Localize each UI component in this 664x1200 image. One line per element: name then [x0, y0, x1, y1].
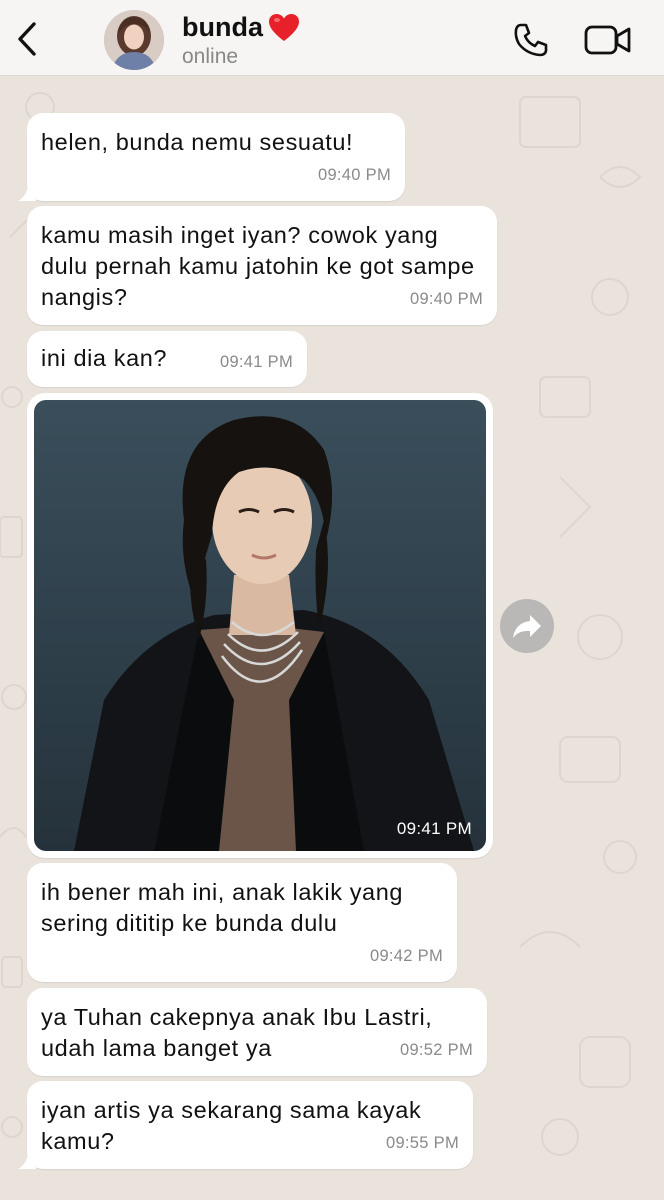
message-bubble[interactable]: helen, bunda nemu sesuatu! 09:40 PM — [18, 113, 405, 201]
message-text: ih bener mah ini, anak lakik yang sering… — [41, 879, 404, 936]
message-time: 09:42 PM — [369, 947, 443, 965]
message-bubble[interactable]: ini dia kan? 09:41 PM — [27, 331, 307, 387]
video-call-button[interactable] — [584, 24, 632, 56]
message-time: 09:52 PM — [399, 1041, 473, 1059]
message-time: 09:41 PM — [219, 353, 293, 371]
phone-icon — [514, 23, 548, 57]
message-time: 09:41 PM — [396, 819, 472, 838]
contact-name-text: bunda — [182, 12, 263, 42]
contact-status: online — [182, 45, 239, 68]
bubble-tail — [18, 1151, 36, 1169]
video-camera-icon — [584, 25, 631, 55]
message-bubble[interactable]: ih bener mah ini, anak lakik yang sering… — [27, 863, 457, 982]
message-time: 09:40 PM — [317, 166, 391, 184]
chevron-left-icon — [18, 22, 36, 56]
bubble-tail — [18, 183, 36, 201]
forward-button[interactable] — [500, 599, 554, 653]
message-bubble[interactable]: ya Tuhan cakepnya anak Ibu Lastri, udah … — [27, 988, 487, 1076]
message-text: helen, bunda nemu sesuatu! — [41, 129, 354, 155]
message-time: 09:40 PM — [409, 290, 483, 308]
message-bubble[interactable]: kamu masih inget iyan? cowok yang dulu p… — [27, 206, 497, 325]
heart-icon — [269, 13, 299, 41]
share-arrow-icon — [513, 615, 541, 638]
chat-header: bunda online — [0, 0, 664, 76]
photo[interactable]: 09:41 PM — [34, 400, 486, 851]
image-message[interactable]: 09:41 PM — [27, 393, 493, 858]
voice-call-button[interactable] — [512, 22, 550, 58]
message-time: 09:55 PM — [385, 1134, 459, 1152]
back-button[interactable] — [12, 20, 42, 58]
contact-name[interactable]: bunda — [182, 12, 299, 43]
message-bubble[interactable]: iyan artis ya sekarang sama kayak kamu? … — [18, 1081, 473, 1169]
avatar[interactable] — [104, 10, 164, 70]
